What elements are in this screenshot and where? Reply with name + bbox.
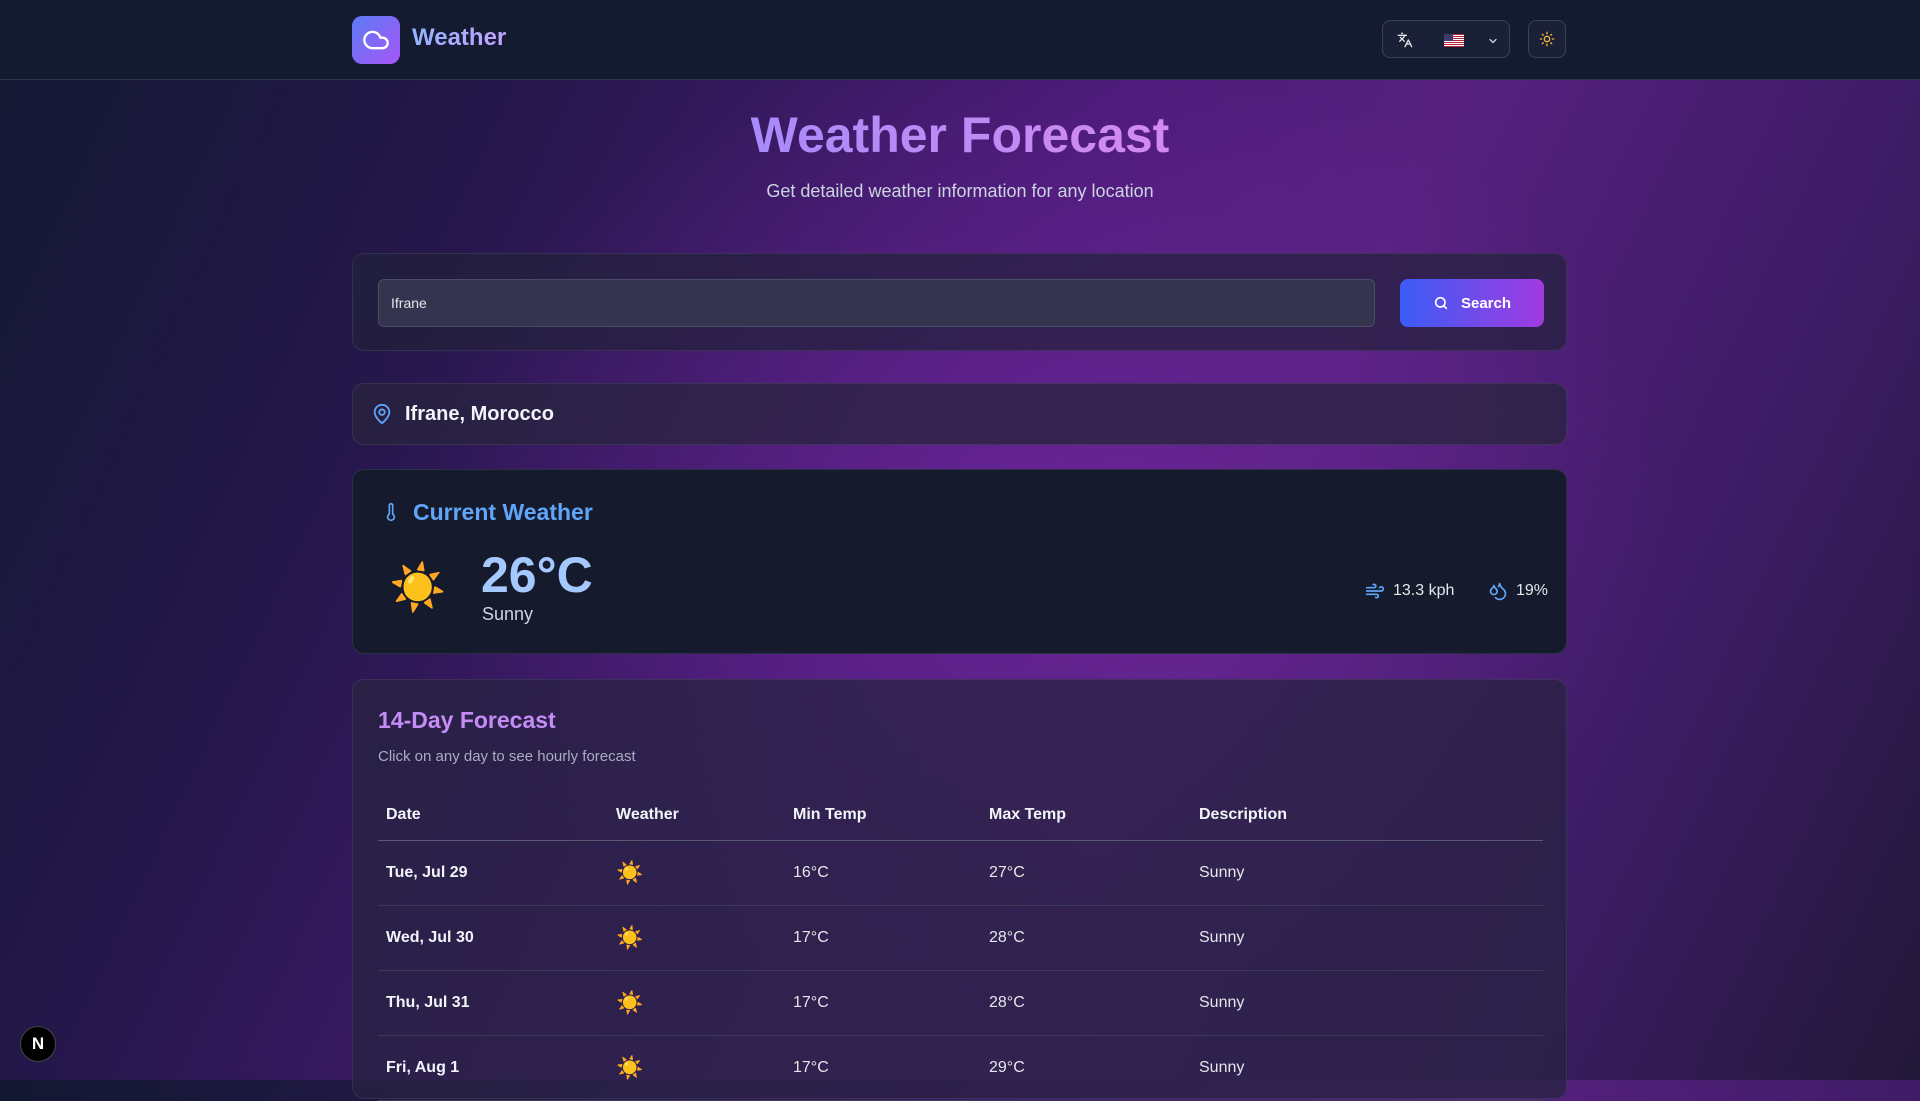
forecast-max-temp: 28°C xyxy=(981,970,1191,1036)
forecast-max-temp: 28°C xyxy=(981,905,1191,971)
forecast-min-temp: 17°C xyxy=(785,970,981,1036)
forecast-date: Thu, Jul 31 xyxy=(378,970,608,1036)
forecast-description: Sunny xyxy=(1191,1035,1543,1101)
humidity-value: 19% xyxy=(1516,582,1549,599)
column-header-weather: Weather xyxy=(608,789,785,841)
forecast-date: Fri, Aug 1 xyxy=(378,1035,608,1101)
forecast-description: Sunny xyxy=(1191,840,1543,906)
page-title: Weather Forecast xyxy=(750,107,1170,163)
forecast-row[interactable]: Tue, Jul 29 ☀️ 16°C 27°C Sunny xyxy=(378,840,1543,906)
sunny-weather-icon: ☀️ xyxy=(608,840,785,906)
droplets-icon xyxy=(1489,582,1507,601)
humidity-metric: 19% xyxy=(1488,581,1548,601)
search-input[interactable] xyxy=(378,279,1375,327)
forecast-header-row: Date Weather Min Temp Max Temp Descripti… xyxy=(378,789,1543,841)
column-header-max-temp: Max Temp xyxy=(981,789,1191,841)
sunny-weather-icon: ☀️ xyxy=(608,905,785,971)
forecast-description: Sunny xyxy=(1191,905,1543,971)
current-weather-card: Current Weather ☀️ 26°C Sunny 13.3 kph 1… xyxy=(352,469,1567,654)
dev-tools-badge[interactable]: N xyxy=(20,1026,56,1062)
location-name: Ifrane, Morocco xyxy=(405,403,554,425)
column-header-description: Description xyxy=(1191,789,1543,841)
cloud-icon xyxy=(363,30,389,50)
sunny-weather-icon: ☀️ xyxy=(608,1035,785,1101)
thermometer-icon xyxy=(386,502,396,522)
search-button[interactable]: Search xyxy=(1400,279,1544,327)
forecast-date: Tue, Jul 29 xyxy=(378,840,608,906)
sunny-weather-icon: ☀️ xyxy=(608,970,785,1036)
search-icon xyxy=(1434,296,1448,310)
forecast-subtitle: Click on any day to see hourly forecast xyxy=(378,748,636,765)
forecast-row[interactable]: Thu, Jul 31 ☀️ 17°C 28°C Sunny xyxy=(378,970,1543,1036)
forecast-min-temp: 17°C xyxy=(785,1035,981,1101)
sun-icon xyxy=(1539,31,1555,47)
forecast-min-temp: 16°C xyxy=(785,840,981,906)
wind-speed: 13.3 kph xyxy=(1393,582,1455,599)
map-pin-icon xyxy=(373,403,391,425)
language-selector[interactable] xyxy=(1382,20,1510,58)
search-button-label: Search xyxy=(1460,294,1512,312)
forecast-title: 14-Day Forecast xyxy=(378,707,556,733)
forecast-max-temp: 27°C xyxy=(981,840,1191,906)
forecast-date: Wed, Jul 30 xyxy=(378,905,608,971)
search-card: Search xyxy=(352,253,1567,351)
location-card: Ifrane, Morocco xyxy=(352,383,1567,445)
current-weather-title: Current Weather xyxy=(413,499,593,525)
current-condition: Sunny xyxy=(482,604,534,624)
forecast-table: Date Weather Min Temp Max Temp Descripti… xyxy=(378,789,1543,1101)
top-header: Weather xyxy=(0,0,1920,80)
current-temperature: 26°C xyxy=(481,547,593,603)
translate-icon xyxy=(1397,32,1413,48)
chevron-down-icon xyxy=(1489,38,1497,44)
app-logo[interactable] xyxy=(352,16,400,64)
forecast-max-temp: 29°C xyxy=(981,1035,1191,1101)
column-header-date: Date xyxy=(378,789,608,841)
theme-toggle-button[interactable] xyxy=(1528,20,1566,58)
forecast-description: Sunny xyxy=(1191,970,1543,1036)
wind-metric: 13.3 kph xyxy=(1365,581,1454,601)
app-title[interactable]: Weather xyxy=(412,24,506,52)
column-header-min-temp: Min Temp xyxy=(785,789,981,841)
page-subtitle: Get detailed weather information for any… xyxy=(766,181,1154,201)
forecast-card: 14-Day Forecast Click on any day to see … xyxy=(352,679,1567,1101)
forecast-row[interactable]: Fri, Aug 1 ☀️ 17°C 29°C Sunny xyxy=(378,1035,1543,1101)
forecast-row[interactable]: Wed, Jul 30 ☀️ 17°C 28°C Sunny xyxy=(378,905,1543,971)
forecast-min-temp: 17°C xyxy=(785,905,981,971)
us-flag-icon xyxy=(1444,34,1464,47)
sunny-weather-icon: ☀️ xyxy=(389,561,447,613)
wind-icon xyxy=(1365,583,1385,599)
